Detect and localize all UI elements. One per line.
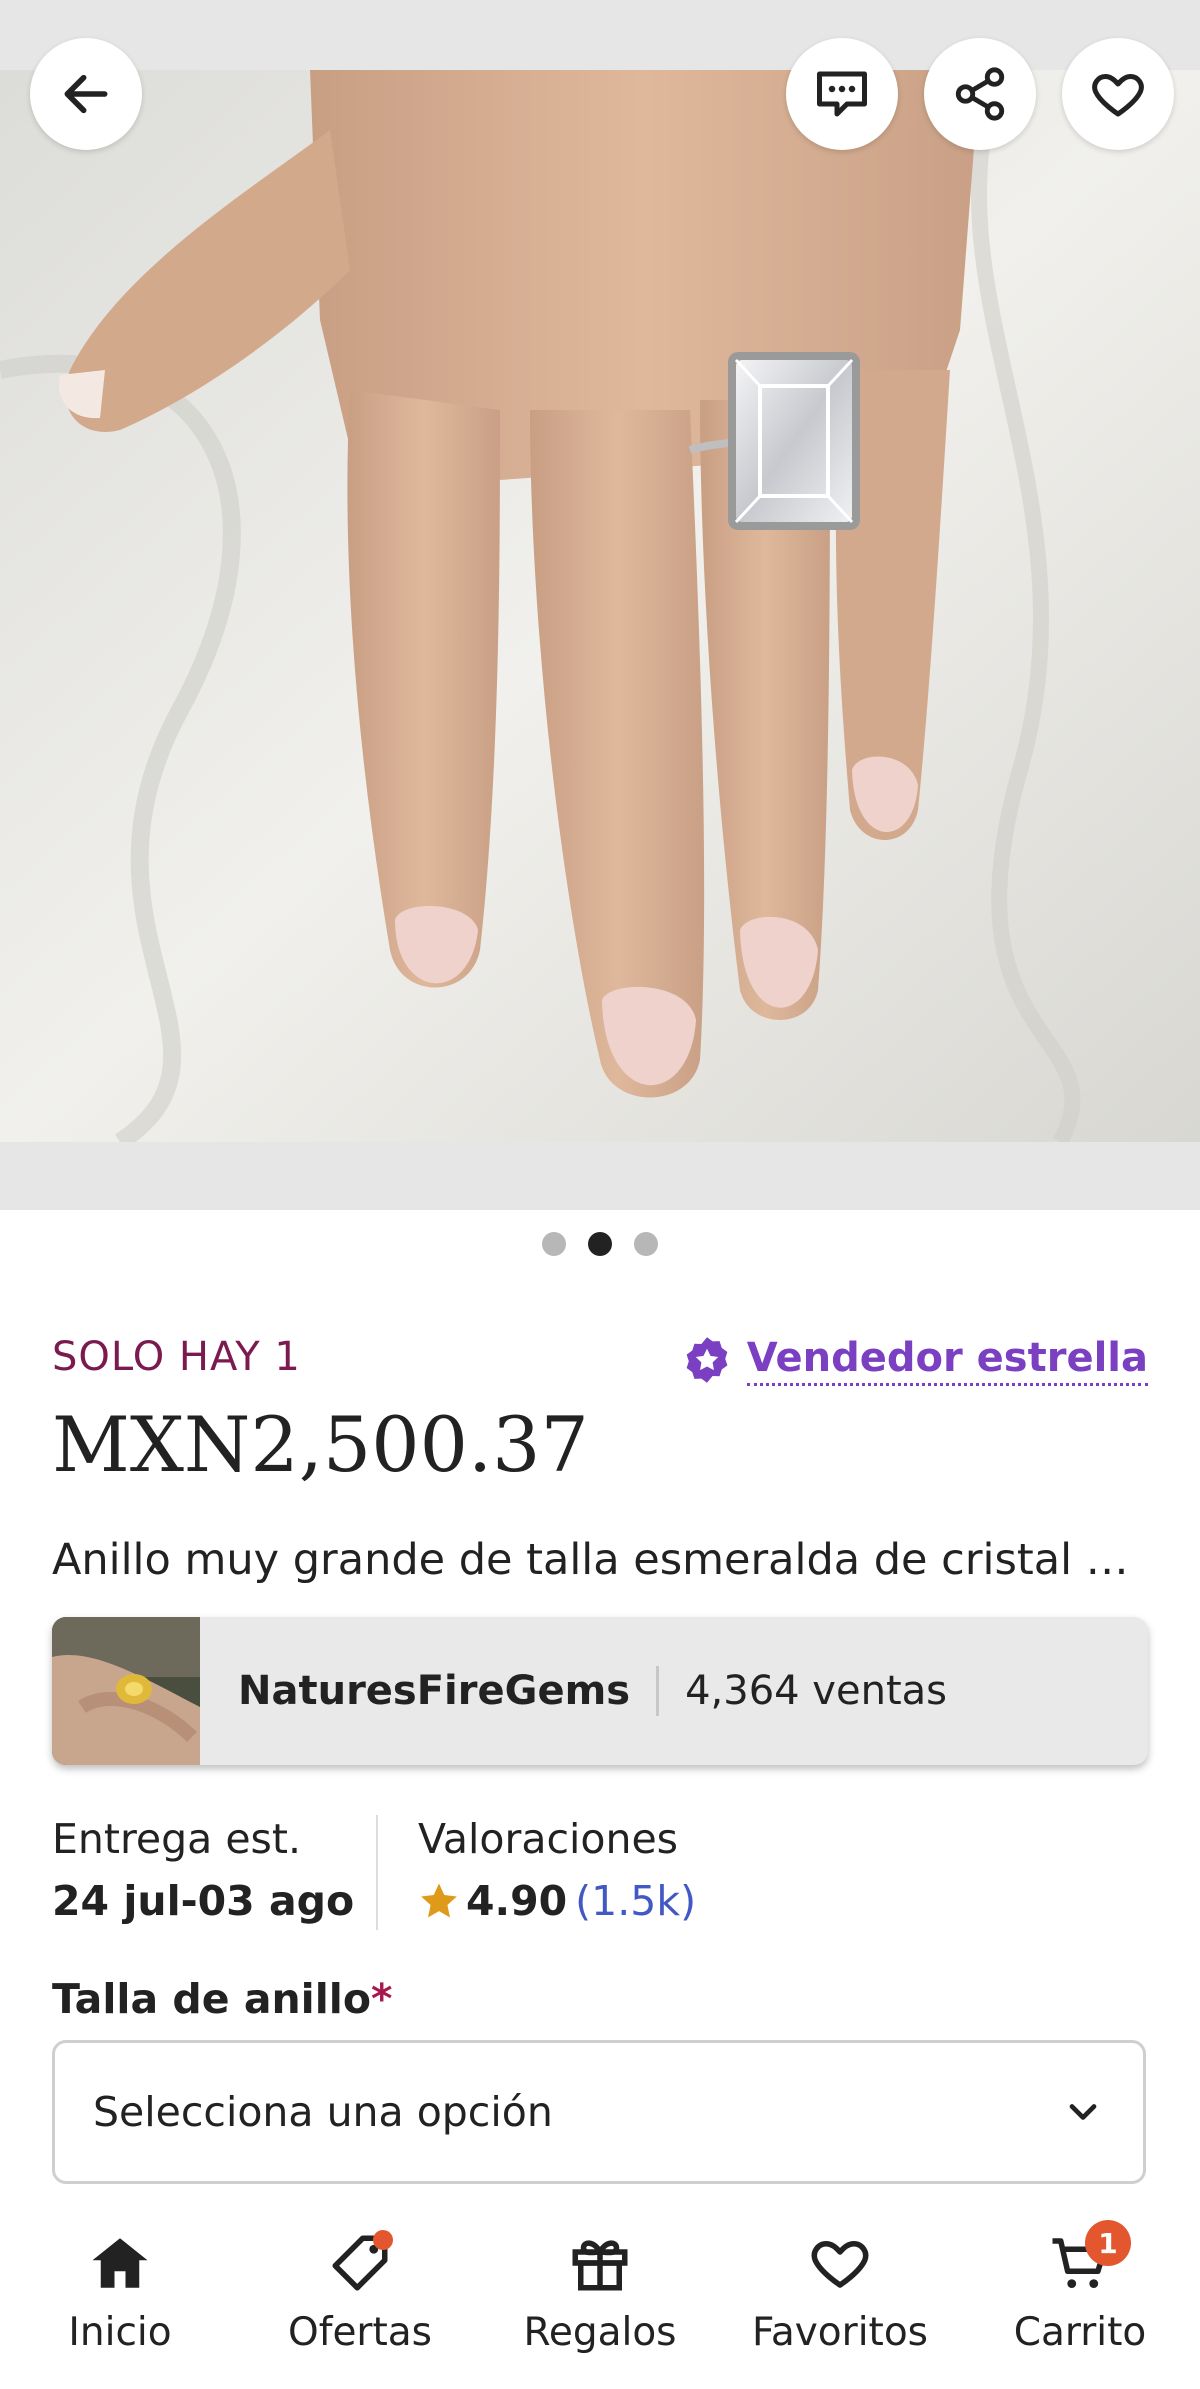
cart-icon: 1 xyxy=(1045,2220,1131,2298)
nav-label-inicio: Inicio xyxy=(68,2310,172,2355)
delivery-date: 24 jul-03 ago xyxy=(52,1877,355,1925)
rating-value: 4.90 xyxy=(466,1877,568,1925)
chat-icon xyxy=(817,71,867,117)
product-image-carousel[interactable] xyxy=(0,0,1200,1210)
heart-icon xyxy=(805,2228,875,2298)
required-mark: * xyxy=(371,1975,393,2023)
ring-size-placeholder: Selecciona una opción xyxy=(93,2088,553,2136)
nav-label-favoritos: Favoritos xyxy=(751,2310,929,2355)
shop-thumbnail xyxy=(52,1617,200,1765)
gift-icon xyxy=(565,2228,635,2298)
product-title[interactable]: Anillo muy grande de talla esmeralda de … xyxy=(52,1535,1152,1585)
shop-name[interactable]: NaturesFireGems xyxy=(238,1668,630,1714)
star-seller-icon xyxy=(686,1337,728,1383)
home-icon xyxy=(85,2228,155,2298)
product-photo xyxy=(0,70,1200,1142)
stock-label: SOLO HAY 1 xyxy=(52,1334,301,1380)
ring-size-label-text: Talla de anillo xyxy=(52,1975,372,2023)
star-seller-label[interactable]: Vendedor estrella xyxy=(746,1335,1148,1386)
shop-sales: 4,364 ventas xyxy=(685,1668,947,1714)
nav-item-carrito[interactable]: 1 Carrito xyxy=(965,2190,1195,2355)
heart-icon xyxy=(1092,74,1144,117)
image-bottom-band xyxy=(0,1142,1200,1210)
rating-value-row[interactable]: 4.90 (1.5k) xyxy=(418,1877,696,1925)
back-button[interactable] xyxy=(30,38,142,150)
nav-label-regalos: Regalos xyxy=(523,2310,677,2355)
ring-size-select[interactable]: Selecciona una opción xyxy=(52,2040,1146,2184)
rating-info[interactable]: Valoraciones 4.90 (1.5k) xyxy=(418,1815,696,1925)
nav-label-ofertas: Ofertas xyxy=(288,2310,432,2355)
ring-size-label: Talla de anillo* xyxy=(52,1975,392,2023)
bottom-navigation: Inicio Ofertas Regalos Favoritos 1 Carri… xyxy=(0,2190,1200,2389)
carousel-dot[interactable] xyxy=(542,1232,566,1256)
favorite-button[interactable] xyxy=(1062,38,1174,150)
notification-dot xyxy=(373,2230,393,2250)
product-price: MXN2,500.37 xyxy=(52,1400,589,1489)
rating-count[interactable]: (1.5k) xyxy=(575,1877,696,1925)
carousel-indicator xyxy=(0,1232,1200,1256)
nav-item-ofertas[interactable]: Ofertas xyxy=(245,2190,475,2355)
nav-item-inicio[interactable]: Inicio xyxy=(5,2190,235,2355)
nav-label-carrito: Carrito xyxy=(1013,2310,1147,2355)
star-seller-badge[interactable]: Vendedor estrella xyxy=(681,1334,1148,1386)
share-button[interactable] xyxy=(924,38,1036,150)
nav-item-favoritos[interactable]: Favoritos xyxy=(725,2190,955,2355)
star-icon xyxy=(421,1883,457,1918)
tag-icon xyxy=(325,2228,395,2298)
share-icon xyxy=(955,67,1005,121)
info-divider xyxy=(376,1815,378,1930)
delivery-info: Entrega est. 24 jul-03 ago xyxy=(52,1815,354,1925)
delivery-label: Entrega est. xyxy=(52,1815,302,1863)
rating-label: Valoraciones xyxy=(418,1815,679,1863)
cart-count-badge: 1 xyxy=(1085,2220,1131,2266)
arrow-left-icon xyxy=(64,74,108,114)
chevron-down-icon xyxy=(1069,2104,1097,2120)
shop-divider xyxy=(656,1666,660,1716)
message-seller-button[interactable] xyxy=(786,38,898,150)
shop-card[interactable]: NaturesFireGems 4,364 ventas xyxy=(52,1617,1148,1765)
carousel-dot[interactable] xyxy=(634,1232,658,1256)
nav-item-regalos[interactable]: Regalos xyxy=(485,2190,715,2355)
carousel-dot-active[interactable] xyxy=(588,1232,612,1256)
